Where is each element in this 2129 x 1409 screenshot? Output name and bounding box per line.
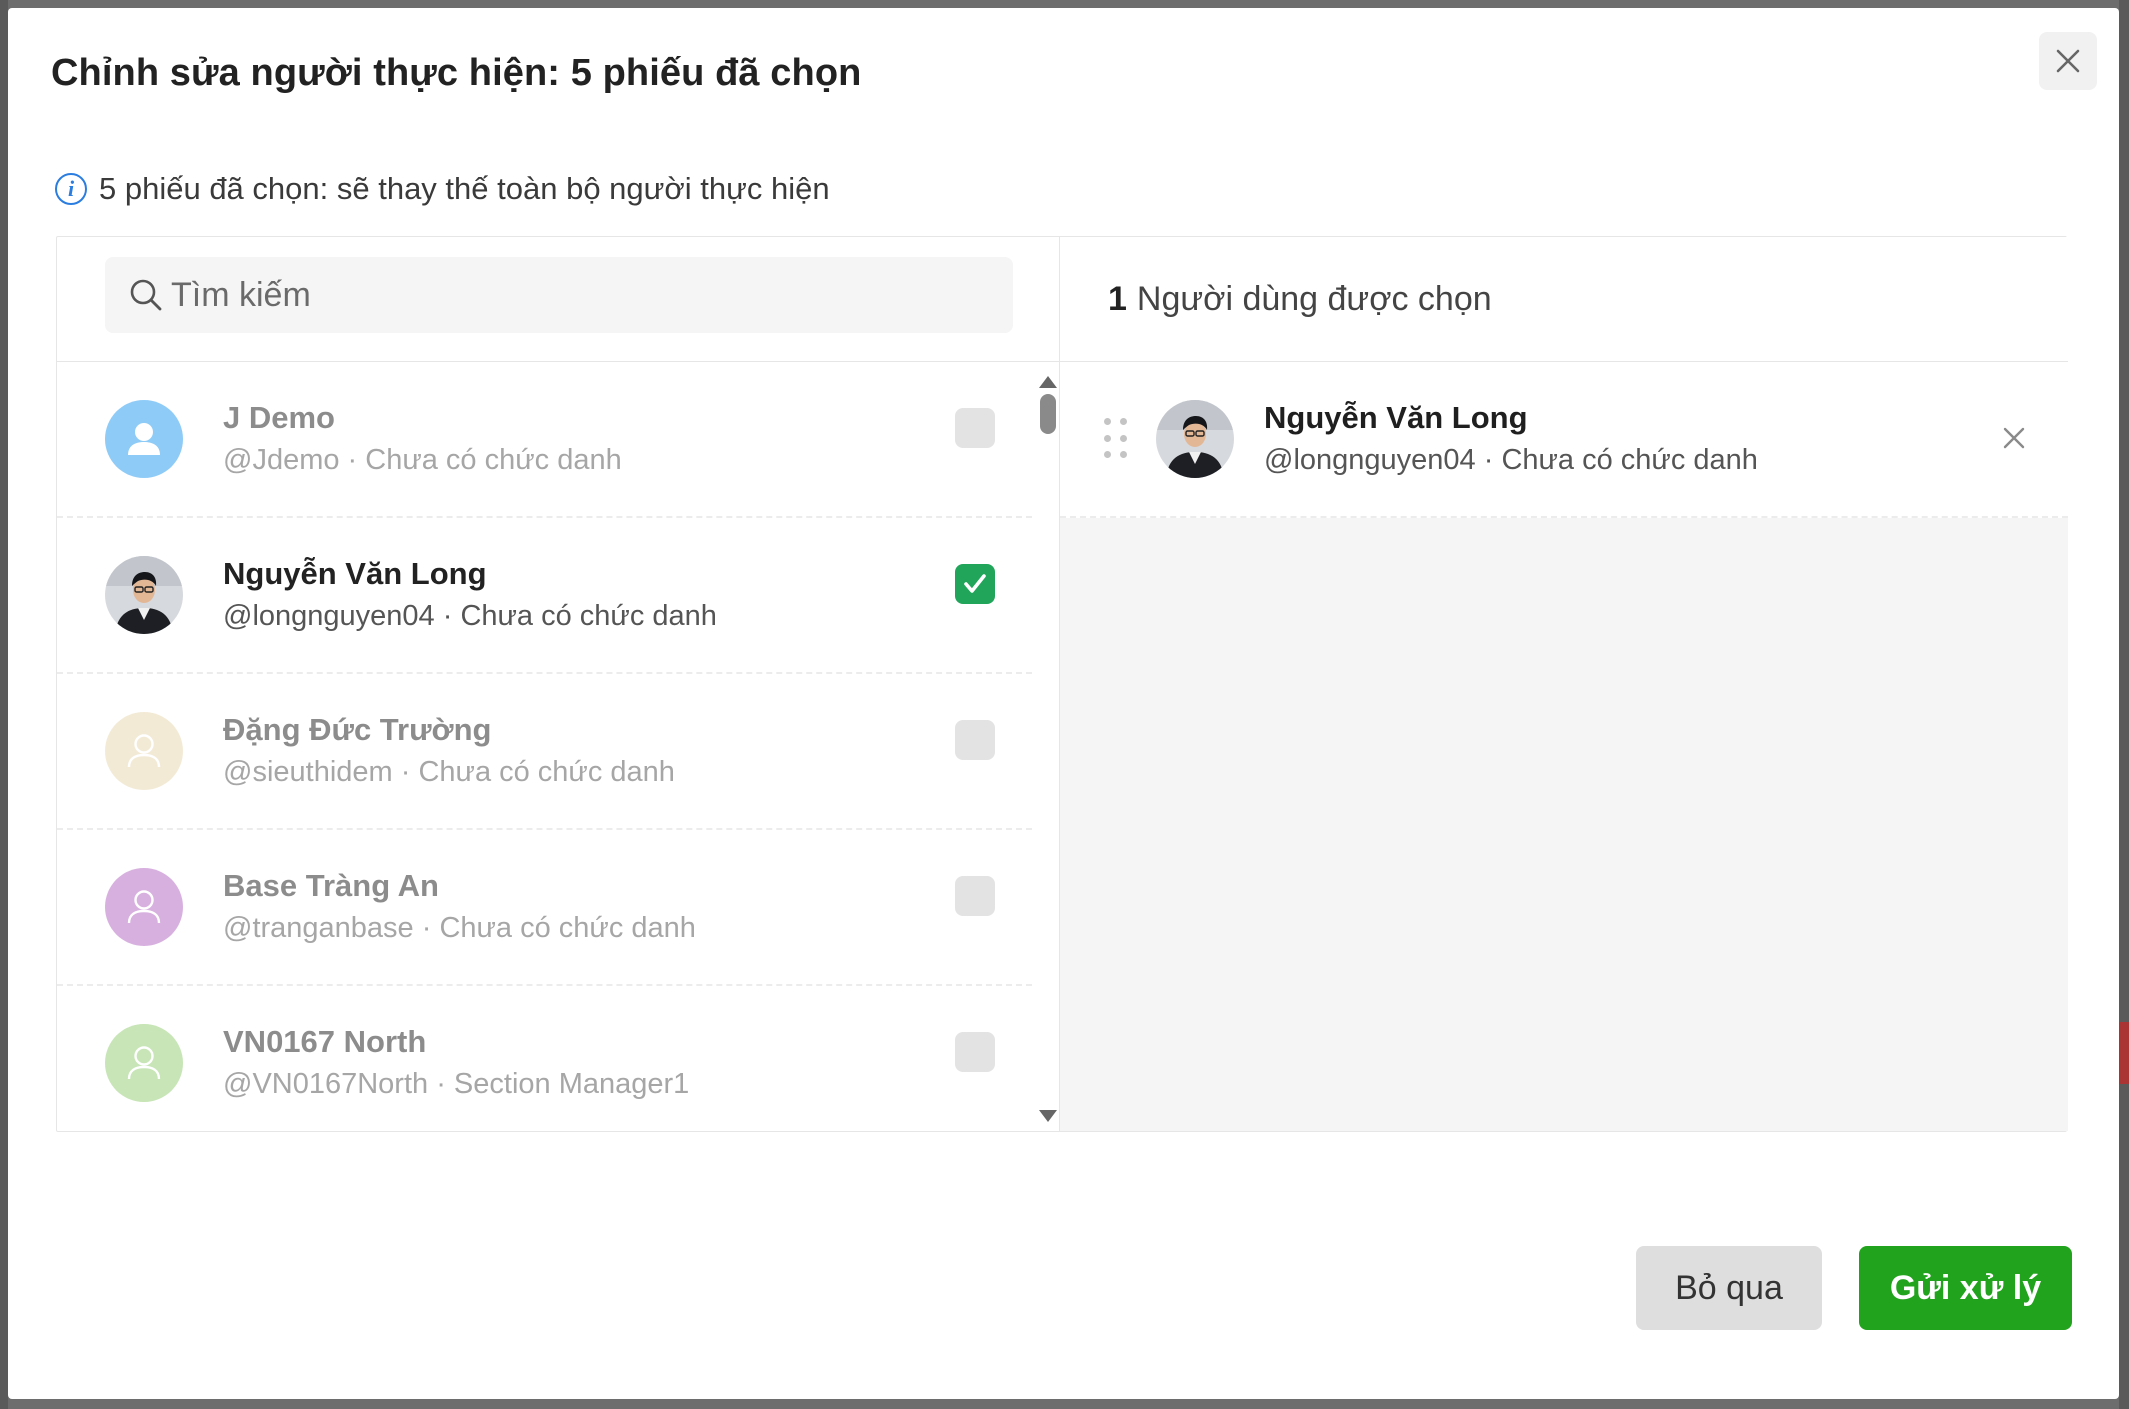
avatar — [105, 868, 183, 946]
close-icon — [2056, 49, 2080, 73]
search-area — [57, 237, 1059, 362]
user-subtitle: @VN0167North · Section Manager1 — [223, 1068, 690, 1100]
user-row-nguyen-van-long[interactable]: Nguyễn Văn Long @longnguyen04 · Chưa có … — [57, 518, 1032, 674]
close-icon — [2003, 427, 2025, 449]
drag-handle-icon[interactable] — [1104, 418, 1128, 460]
user-row-vn0167-north[interactable]: VN0167 North @VN0167North · Section Mana… — [57, 986, 1032, 1132]
user-checkbox[interactable] — [955, 1032, 995, 1072]
selected-label: Người dùng được chọn — [1136, 279, 1492, 318]
selected-count: 1 — [1108, 279, 1127, 318]
user-list: J Demo @Jdemo · Chưa có chức danh Nguyễn… — [57, 362, 1032, 1132]
selected-user-name: Nguyễn Văn Long — [1264, 400, 1528, 435]
user-name: J Demo — [223, 400, 335, 435]
backdrop-edge-right — [2119, 0, 2129, 1409]
user-name: Nguyễn Văn Long — [223, 556, 487, 591]
scroll-thumb[interactable] — [1040, 394, 1056, 434]
user-name: Đặng Đức Trường — [223, 712, 492, 747]
user-subtitle: @Jdemo · Chưa có chức danh — [223, 444, 622, 476]
avatar — [105, 556, 183, 634]
user-checkbox[interactable] — [955, 876, 995, 916]
scroll-down-arrow-icon[interactable] — [1039, 1110, 1057, 1122]
info-note: i 5 phiếu đã chọn: sẽ thay thế toàn bộ n… — [55, 171, 830, 207]
avatar — [1156, 400, 1234, 478]
person-icon — [128, 423, 160, 455]
avatar — [105, 400, 183, 478]
backdrop-red-marker — [2119, 1022, 2129, 1084]
selected-users-header: 1 Người dùng được chọn — [1060, 237, 2068, 362]
submit-button[interactable]: Gửi xử lý — [1859, 1246, 2072, 1330]
user-subtitle: @longnguyen04 · Chưa có chức danh — [223, 600, 717, 632]
search-icon — [130, 279, 162, 311]
edit-assignee-modal: Chỉnh sửa người thực hiện: 5 phiếu đã ch… — [8, 8, 2119, 1399]
modal-title: Chỉnh sửa người thực hiện: 5 phiếu đã ch… — [51, 52, 862, 94]
person-icon — [127, 734, 161, 768]
search-input[interactable] — [171, 275, 971, 315]
user-checkbox[interactable] — [955, 564, 995, 604]
user-row-dang-duc-truong[interactable]: Đặng Đức Trường @sieuthidem · Chưa có ch… — [57, 674, 1032, 830]
user-row-base-trang-an[interactable]: Base Tràng An @tranganbase · Chưa có chứ… — [57, 830, 1032, 986]
info-text: 5 phiếu đã chọn: sẽ thay thế toàn bộ ngư… — [99, 171, 830, 206]
user-photo-icon — [105, 556, 183, 634]
person-icon — [127, 890, 161, 924]
check-icon — [964, 574, 986, 593]
remove-selected-user-button[interactable] — [1994, 418, 2034, 458]
avatar — [105, 1024, 183, 1102]
user-subtitle: @sieuthidem · Chưa có chức danh — [223, 756, 675, 788]
person-icon — [127, 1046, 161, 1080]
assignee-picker: J Demo @Jdemo · Chưa có chức danh — [56, 236, 2068, 1132]
user-list-scrollbar[interactable] — [1032, 362, 1060, 1132]
search-box[interactable] — [105, 257, 1013, 333]
selected-user-row: Nguyễn Văn Long @longnguyen04 · Chưa có … — [1060, 362, 2068, 518]
avatar — [105, 712, 183, 790]
user-subtitle: @tranganbase · Chưa có chức danh — [223, 912, 696, 944]
backdrop-edge-left — [0, 0, 8, 1409]
user-photo-icon — [1156, 400, 1234, 478]
cancel-button[interactable]: Bỏ qua — [1636, 1246, 1822, 1330]
user-name: Base Tràng An — [223, 868, 439, 903]
selected-users-column: 1 Người dùng được chọn Nguyễn Văn Long @… — [1060, 237, 2068, 1131]
user-checkbox[interactable] — [955, 720, 995, 760]
user-row-j-demo[interactable]: J Demo @Jdemo · Chưa có chức danh — [57, 362, 1032, 518]
selected-user-subtitle: @longnguyen04 · Chưa có chức danh — [1264, 444, 1758, 476]
user-name: VN0167 North — [223, 1024, 427, 1059]
close-button[interactable] — [2039, 32, 2097, 90]
user-list-column: J Demo @Jdemo · Chưa có chức danh — [57, 237, 1060, 1131]
user-checkbox[interactable] — [955, 408, 995, 448]
scroll-up-arrow-icon[interactable] — [1039, 376, 1057, 388]
info-icon: i — [55, 173, 87, 205]
